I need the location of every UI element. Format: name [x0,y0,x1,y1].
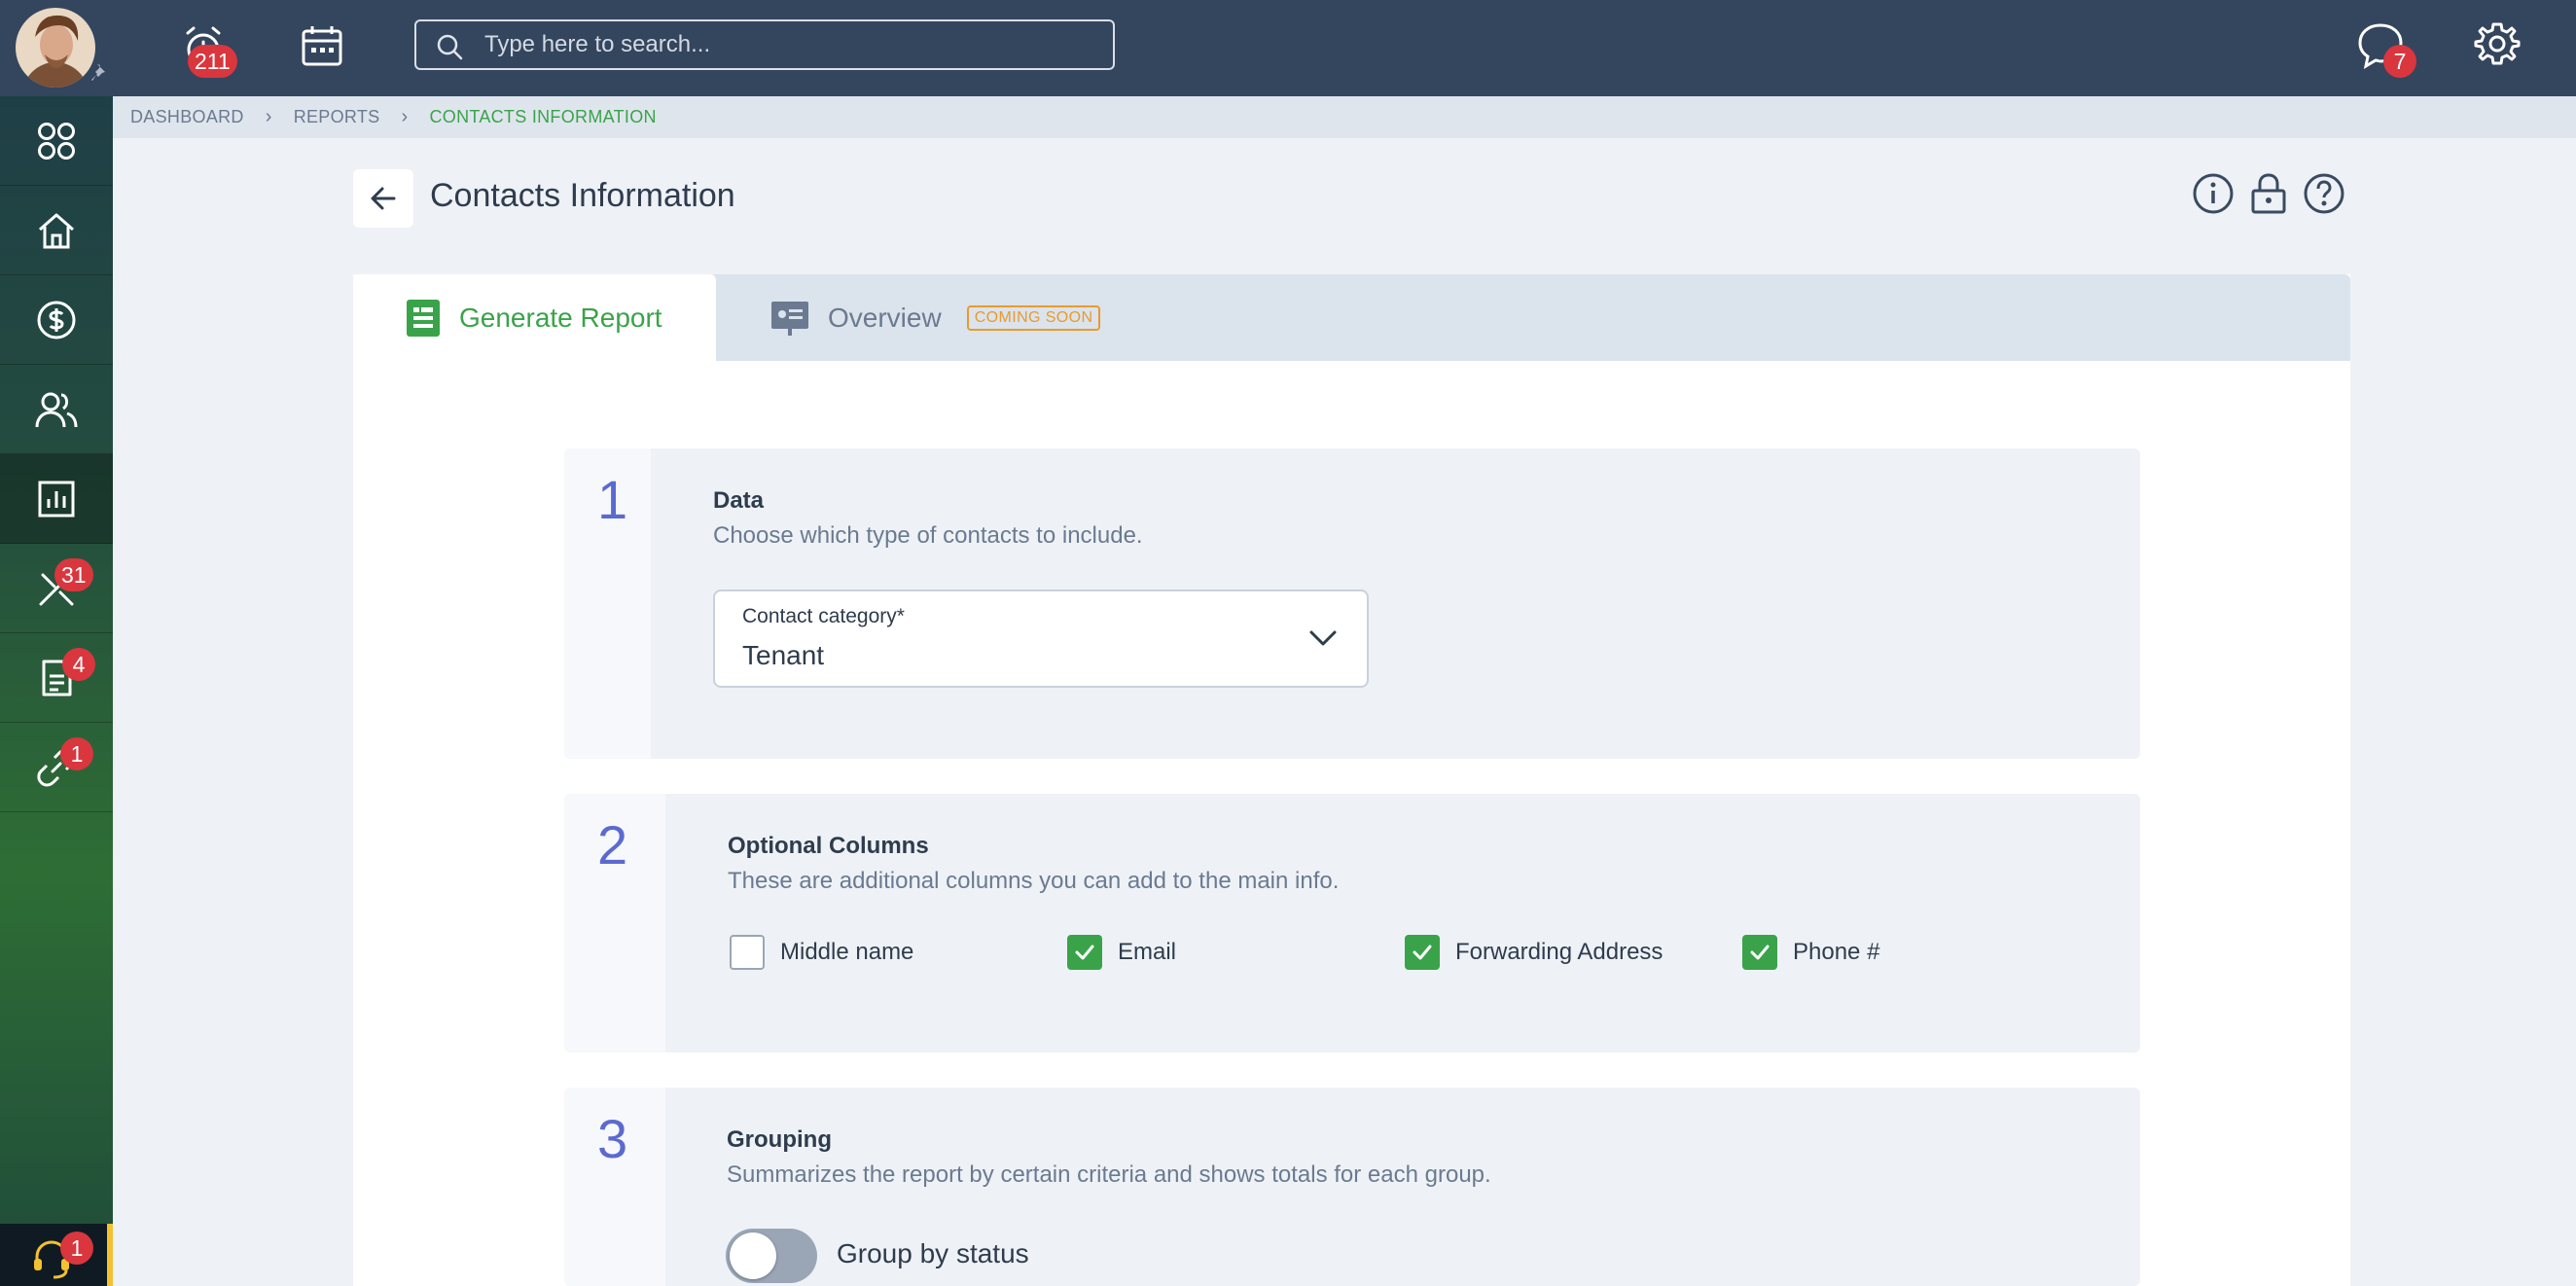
breadcrumb-dashboard[interactable]: DASHBOARD [130,107,244,127]
home-icon [39,213,74,248]
gear-icon [2474,22,2521,65]
communication-badge: 1 [60,737,93,770]
checkbox-label: Phone # [1793,939,1880,965]
sidebar-item-leasing[interactable] [0,633,113,723]
checkbox-email[interactable]: Email [1067,935,1176,970]
checkbox-checked[interactable] [1405,935,1440,970]
breadcrumb-current: CONTACTS INFORMATION [429,107,657,126]
info-button[interactable] [2191,171,2236,216]
tab-generate-report[interactable]: Generate Report [353,274,716,361]
sidebar-item-maintenance[interactable] [0,544,113,633]
pin-icon[interactable] [89,62,111,84]
alarm-badge: 211 [188,45,237,78]
check-icon [1075,945,1094,960]
sidebar-item-reports[interactable] [0,454,113,544]
section-columns-title: Optional Columns [728,833,929,859]
arrow-left-icon [371,187,396,210]
check-icon [1750,945,1770,960]
section-data: 1 Data Choose which type of contacts to … [564,448,2140,759]
tab-generate-label: Generate Report [459,302,662,333]
sidebar: 31 4 1 1 [0,96,113,1286]
section-number-1: 1 [564,448,651,759]
checkbox-forwarding-address[interactable]: Forwarding Address [1405,935,1663,970]
section-grouping: 3 Grouping Summarizes the report by cert… [564,1088,2140,1286]
coming-soon-badge: COMING SOON [966,304,1101,331]
check-icon [1413,945,1432,960]
checkbox-label: Middle name [780,939,914,965]
question-circle-icon [2304,173,2344,214]
section-number-2: 2 [564,794,665,1053]
section-grouping-title: Grouping [727,1126,832,1153]
settings-button[interactable] [2469,16,2525,72]
tab-overview[interactable]: Overview COMING SOON [771,274,1101,361]
breadcrumb: DASHBOARD › REPORTS › CONTACTS INFORMATI… [113,96,2576,138]
info-icon [2193,173,2234,214]
section-data-description: Choose which type of contacts to include… [713,522,1143,549]
checkbox-label: Forwarding Address [1455,939,1664,965]
help-button[interactable] [2302,171,2346,216]
dollar-circle-icon [37,301,76,339]
report-icon [407,299,440,337]
page-title: Contacts Information [430,177,735,214]
search-input[interactable] [484,25,1088,64]
report-card: Generate Report Overview COMING SOON 1 D… [353,274,2350,1286]
checkbox-label: Email [1118,939,1177,965]
group-by-status-label: Group by status [837,1238,1029,1268]
bar-chart-icon [38,481,75,517]
section-optional-columns: 2 Optional Columns These are additional … [564,794,2140,1053]
lock-button[interactable] [2246,171,2291,216]
tab-bar: Generate Report Overview COMING SOON [353,274,2350,361]
toggle-knob [730,1232,776,1279]
group-by-status-toggle[interactable] [726,1229,817,1283]
support-badge: 1 [60,1232,93,1265]
messages-badge: 7 [2383,45,2416,78]
search-icon [437,34,463,60]
section-columns-description: These are additional columns you can add… [728,868,1340,894]
breadcrumb-reports[interactable]: REPORTS [294,107,380,127]
top-bar: 211 7 [0,0,2576,96]
back-button[interactable] [353,169,413,228]
presentation-icon [771,301,808,336]
people-icon [35,392,78,427]
tab-overview-label: Overview [828,302,942,333]
chevron-down-icon [1309,630,1337,646]
maintenance-badge: 31 [54,558,93,591]
sidebar-item-people[interactable] [0,365,113,454]
sidebar-item-accounting[interactable] [0,275,113,365]
section-grouping-description: Summarizes the report by certain criteri… [727,1161,1491,1188]
chevron-right-icon: › [265,106,272,127]
checkbox-checked[interactable] [1742,935,1777,970]
checkbox-unchecked[interactable] [730,935,765,970]
support-button[interactable]: 1 [0,1224,113,1286]
grid-icon [38,122,75,160]
contact-category-label: Contact category* [742,605,905,627]
checkbox-checked[interactable] [1067,935,1102,970]
sidebar-item-communication[interactable] [0,723,113,812]
checkbox-phone[interactable]: Phone # [1742,935,1879,970]
section-number-3: 3 [564,1088,665,1286]
contact-category-value: Tenant [742,640,825,670]
user-avatar[interactable] [16,8,95,88]
chevron-right-icon: › [401,106,409,127]
calendar-button[interactable] [294,19,350,76]
search-box [414,19,1115,70]
sidebar-item-home[interactable] [0,186,113,275]
checkbox-middle-name[interactable]: Middle name [730,935,913,970]
contact-category-select[interactable]: Contact category* Tenant [713,589,1369,688]
lock-icon [2251,173,2286,214]
leasing-badge: 4 [62,648,95,681]
calendar-icon [302,26,342,66]
sidebar-item-apps[interactable] [0,96,113,186]
section-data-title: Data [713,487,765,514]
